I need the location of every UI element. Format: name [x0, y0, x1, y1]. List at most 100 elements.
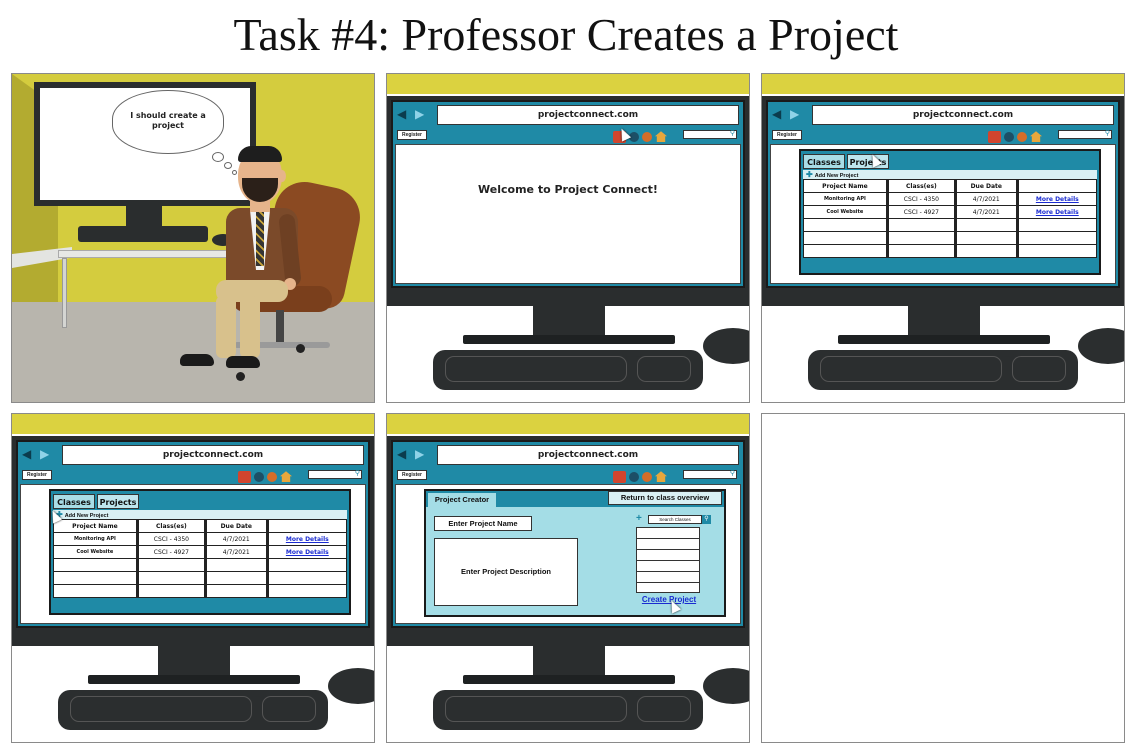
monitor-base — [838, 335, 1050, 344]
storyboard-title: Task #4: Professor Creates a Project — [233, 9, 899, 60]
wall-strip — [12, 414, 374, 434]
chair-wheel — [236, 372, 245, 381]
search-icon[interactable]: ⚲ — [730, 129, 735, 137]
search-classes-input[interactable]: Search Classes — [648, 515, 702, 524]
search-icon[interactable]: ⚲ — [702, 515, 711, 524]
project-name-cell: Cool Website — [53, 545, 139, 559]
user-icon[interactable] — [238, 470, 251, 483]
column-header: Class(es) — [136, 519, 207, 533]
panel-office-scene: I should create a project — [11, 73, 375, 403]
settings-icon[interactable] — [642, 131, 652, 142]
home-icon[interactable] — [280, 471, 292, 483]
user-icon[interactable] — [613, 470, 626, 483]
settings-icon[interactable] — [642, 471, 652, 482]
back-arrow-icon[interactable]: ◀ — [772, 108, 781, 120]
register-button[interactable]: Register — [397, 470, 427, 480]
table-header-row: Project Name Class(es) Due Date — [803, 179, 1098, 193]
add-new-project-button[interactable]: ✚ Add New Project — [803, 170, 1097, 179]
back-arrow-icon[interactable]: ◀ — [397, 108, 406, 120]
home-icon[interactable] — [1030, 131, 1042, 143]
user-icon[interactable] — [988, 130, 1001, 143]
thought-dot — [224, 162, 232, 169]
settings-icon[interactable] — [267, 471, 277, 482]
panel-welcome: ◀ ▶ projectconnect.com Register ⚲ Welcom… — [386, 73, 750, 403]
search-input[interactable]: ⚲ — [1058, 130, 1112, 139]
add-new-project-button[interactable]: ✚ Add New Project — [53, 510, 347, 519]
plus-icon: ✚ — [806, 170, 813, 179]
column-header — [1016, 179, 1098, 193]
more-details-link[interactable]: More Details — [266, 532, 348, 546]
monitor: ◀ ▶ projectconnect.com Register ⚲ Classe… — [12, 436, 374, 646]
tab-projects[interactable]: Projects — [97, 494, 139, 509]
page-content: Project Creator Return to class overview… — [395, 484, 741, 624]
column-header: Due Date — [204, 519, 269, 533]
more-details-link[interactable]: More Details — [266, 545, 348, 559]
return-to-class-overview-button[interactable]: Return to class overview — [608, 491, 722, 505]
url-bar[interactable]: projectconnect.com — [812, 105, 1114, 125]
monitor: ◀ ▶ projectconnect.com Register ⚲ Classe… — [762, 96, 1124, 306]
thought-dot — [212, 152, 224, 162]
tab-classes[interactable]: Classes — [803, 154, 845, 169]
thought-dot — [232, 170, 237, 175]
search-icon[interactable]: ⚲ — [730, 469, 735, 477]
projects-panel: Classes Projects ✚ Add New Project Projec… — [799, 149, 1101, 275]
project-name-input[interactable]: Enter Project Name — [434, 516, 532, 531]
computer-mouse — [1078, 328, 1124, 364]
class-list-item[interactable] — [637, 550, 699, 561]
chair-wheel — [296, 344, 305, 353]
panel-projects-tab: ◀ ▶ projectconnect.com Register ⚲ Classe… — [761, 73, 1125, 403]
back-arrow-icon[interactable]: ◀ — [397, 448, 406, 460]
monitor-base — [463, 335, 675, 344]
search-icon[interactable]: ⚲ — [355, 469, 360, 477]
professor-hair — [238, 146, 282, 162]
search-icon[interactable]: ⚲ — [1105, 129, 1110, 137]
forward-arrow-icon[interactable]: ▶ — [790, 108, 799, 120]
thought-bubble: I should create a project — [112, 90, 224, 154]
register-button[interactable]: Register — [22, 470, 52, 480]
url-bar[interactable]: projectconnect.com — [437, 105, 739, 125]
class-list-item[interactable] — [637, 561, 699, 572]
monitor-base — [463, 675, 675, 684]
desk-leg — [62, 258, 67, 328]
register-button[interactable]: Register — [772, 130, 802, 140]
search-input[interactable]: ⚲ — [683, 470, 737, 479]
search-input[interactable]: ⚲ — [683, 130, 737, 139]
column-header: Due Date — [954, 179, 1019, 193]
settings-icon[interactable] — [1017, 131, 1027, 142]
computer-mouse — [703, 668, 749, 704]
info-icon[interactable] — [1004, 131, 1014, 142]
thought-text: I should create a project — [130, 111, 206, 130]
forward-arrow-icon[interactable]: ▶ — [40, 448, 49, 460]
keyboard — [433, 350, 703, 390]
panel-project-creator: ◀ ▶ projectconnect.com Register ⚲ Projec… — [386, 413, 750, 743]
table-row: Monitoring API CSCI - 4350 4/7/2021 More… — [803, 192, 1098, 206]
info-icon[interactable] — [629, 471, 639, 482]
forward-arrow-icon[interactable]: ▶ — [415, 448, 424, 460]
creator-title: Project Creator — [428, 493, 496, 507]
class-list-item[interactable] — [637, 539, 699, 550]
more-details-link[interactable]: More Details — [1016, 205, 1098, 219]
url-bar[interactable]: projectconnect.com — [437, 445, 739, 465]
project-name-cell: Monitoring API — [53, 532, 139, 546]
table-row-empty — [53, 558, 348, 572]
monitor: ◀ ▶ projectconnect.com Register ⚲ Welcom… — [387, 96, 749, 306]
keyboard — [433, 690, 703, 730]
forward-arrow-icon[interactable]: ▶ — [415, 108, 424, 120]
info-icon[interactable] — [254, 471, 264, 482]
register-button[interactable]: Register — [397, 130, 427, 140]
back-arrow-icon[interactable]: ◀ — [22, 448, 31, 460]
more-details-link[interactable]: More Details — [1016, 192, 1098, 206]
class-list-item[interactable] — [637, 528, 699, 539]
home-icon[interactable] — [655, 131, 667, 143]
home-icon[interactable] — [655, 471, 667, 483]
wall-strip — [387, 74, 749, 94]
add-class-icon[interactable]: + — [636, 513, 642, 524]
tab-classes[interactable]: Classes — [53, 494, 95, 509]
project-creator-form: Project Creator Return to class overview… — [424, 489, 726, 617]
search-input[interactable]: ⚲ — [308, 470, 362, 479]
class-list-item[interactable] — [637, 572, 699, 583]
professor-ear — [278, 170, 286, 182]
browser-window: ◀ ▶ projectconnect.com Register ⚲ Projec… — [391, 440, 745, 628]
url-bar[interactable]: projectconnect.com — [62, 445, 364, 465]
project-description-input[interactable]: Enter Project Description — [434, 538, 578, 606]
